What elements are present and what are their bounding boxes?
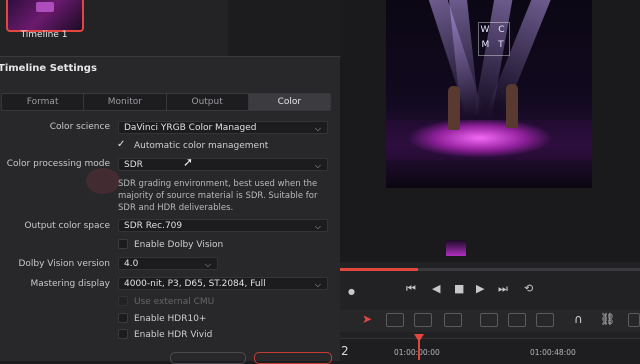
chevron-down-icon: ⌵ <box>314 280 321 289</box>
dynamic-trim-icon[interactable] <box>414 313 432 327</box>
auto-color-mgmt-checkmark-icon[interactable]: ✓ <box>117 139 125 150</box>
output-color-space-select[interactable]: SDR Rec.709 ⌵ <box>118 219 328 232</box>
trim-tool-icon[interactable] <box>386 313 404 327</box>
chevron-down-icon: ⌵ <box>314 124 321 133</box>
scrub-bar-progress <box>340 268 418 271</box>
enable-dolby-vision-label: Enable Dolby Vision <box>134 240 224 250</box>
viewer-mini-thumbnail <box>446 240 466 256</box>
use-external-cmu-label: Use external CMU <box>134 297 215 307</box>
replace-clip-icon[interactable] <box>536 313 554 327</box>
viewer-video-frame[interactable]: W CM T <box>386 0 592 188</box>
stage-sign: W CM T <box>478 22 510 56</box>
timeline-thumbnail[interactable] <box>6 0 84 32</box>
enable-hdr10plus-label: Enable HDR10+ <box>134 314 207 324</box>
dolby-vision-version-select[interactable]: 4.0 ⌵ <box>118 257 218 270</box>
tab-output[interactable]: Output <box>167 94 249 110</box>
chevron-down-icon: ⌵ <box>314 222 321 231</box>
tab-format[interactable]: Format <box>2 94 85 110</box>
dolby-vision-version-label: Dolby Vision version <box>18 259 110 269</box>
tab-color[interactable]: Color <box>248 94 330 110</box>
timeline-ruler[interactable] <box>340 338 640 361</box>
timeline-thumbnail-label: Timeline 1 <box>20 30 68 40</box>
transport-controls: ● ⏮ ◀ ■ ▶ ⏭ ⟲ <box>340 282 640 302</box>
enable-hdr10plus-checkbox[interactable] <box>118 313 128 323</box>
dialog-cancel-button[interactable] <box>170 352 246 364</box>
dialog-title: Timeline Settings <box>0 63 97 74</box>
loop-icon[interactable]: ⟲ <box>524 282 533 295</box>
position-lock-icon[interactable] <box>628 313 640 327</box>
color-processing-description: SDR grading environment, best used when … <box>118 179 318 213</box>
settings-tabs: Format Monitor Output Color <box>1 93 331 111</box>
blade-tool-icon[interactable] <box>444 313 462 327</box>
stop-icon[interactable]: ■ <box>454 282 464 295</box>
mouse-cursor-icon: ➚ <box>183 155 194 169</box>
tab-monitor[interactable]: Monitor <box>84 94 167 110</box>
enable-dolby-vision-checkbox[interactable] <box>118 239 128 249</box>
selection-tool-icon[interactable]: ➤ <box>362 312 372 326</box>
color-processing-mode-select[interactable]: SDR ⌵ <box>118 158 328 171</box>
watermark-logo-icon <box>86 168 120 194</box>
enable-hdr-vivid-checkbox[interactable] <box>118 329 128 339</box>
play-reverse-icon[interactable]: ◀ <box>432 282 440 295</box>
use-external-cmu-checkbox <box>118 296 128 306</box>
snapping-icon[interactable]: ∩ <box>574 312 583 326</box>
timecode-start: 01:00:00:00 <box>394 348 440 357</box>
go-to-end-icon[interactable]: ⏭ <box>498 282 508 296</box>
color-science-label: Color science <box>49 122 110 132</box>
chevron-down-icon: ⌵ <box>204 260 211 269</box>
loop-dot-icon[interactable]: ● <box>348 287 355 296</box>
go-to-start-icon[interactable]: ⏮ <box>406 282 416 296</box>
track-number: 2 <box>341 344 349 358</box>
timecode-mark: 01:00:48:00 <box>530 348 576 357</box>
color-science-select[interactable]: DaVinci YRGB Color Managed ⌵ <box>118 121 328 134</box>
link-icon[interactable]: ⛓ <box>600 312 615 326</box>
overwrite-clip-icon[interactable] <box>508 313 526 327</box>
play-icon[interactable]: ▶ <box>476 282 484 295</box>
output-color-space-label: Output color space <box>24 221 110 231</box>
enable-hdr-vivid-label: Enable HDR Vivid <box>134 330 213 340</box>
mastering-display-select[interactable]: 4000-nit, P3, D65, ST.2084, Full ⌵ <box>118 277 328 290</box>
mastering-display-label: Mastering display <box>30 279 110 289</box>
color-processing-mode-label: Color processing mode <box>6 159 110 169</box>
chevron-down-icon: ⌵ <box>314 161 321 170</box>
dialog-ok-button[interactable] <box>254 352 332 364</box>
auto-color-mgmt-label: Automatic color management <box>134 141 269 151</box>
insert-clip-icon[interactable] <box>480 313 498 327</box>
